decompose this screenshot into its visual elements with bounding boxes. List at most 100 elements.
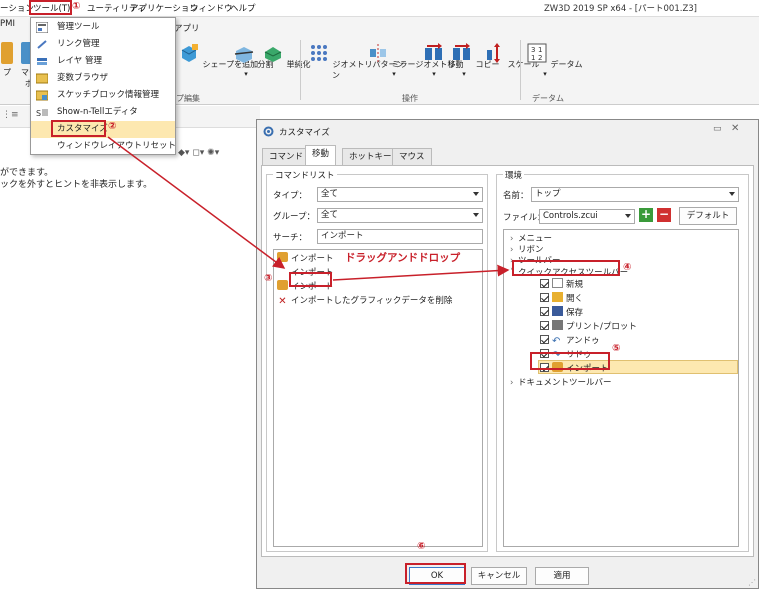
mirror-geometry-button[interactable]: ミラージオメトリ ▾ [367,42,455,78]
checkbox[interactable] [540,321,549,330]
tab-hotkey[interactable]: ホットキー [342,148,399,165]
svg-text:1: 1 [538,46,542,54]
chevron-down-icon: ▾ [244,70,248,78]
import-icon [277,280,288,290]
menu-item-layer-management[interactable]: レイヤ 管理 [31,53,175,70]
simplify-button[interactable]: 単純化 [262,42,311,70]
menu-item-sketch-block-info[interactable]: スケッチブロック情報管理 [31,87,175,104]
annotation-step-1: ① [72,1,81,12]
checkbox[interactable] [540,293,549,302]
chevron-down-icon: ▾ [543,70,547,78]
datum-button[interactable]: 3112 データム ▾ [526,42,583,78]
annotation-box-import-item [530,352,610,370]
chevron-right-icon: › [510,378,514,388]
dialog-body: コマンドリスト タイプ： 全て グループ： 全て サーチ： インポート インポー… [261,165,754,557]
svg-text:S: S [36,109,41,118]
checkbox[interactable] [540,279,549,288]
pattern-icon [311,45,327,61]
copy-button[interactable]: コピー ▾ [451,42,500,78]
svg-text:3: 3 [531,46,535,54]
shape-icon [1,42,13,64]
scale-icon [487,43,500,63]
chevron-down-icon [729,192,735,196]
copy-icon [453,43,470,60]
menu-bar: ーション ツール(T) ユーティリティ アプリケーション ウィンドウ ヘルプ Z… [0,0,759,17]
tree-item-new[interactable]: 新規 [540,278,583,290]
split-icon [234,47,254,63]
file-select[interactable]: Controls.zcui [539,209,635,224]
type-select[interactable]: 全て [317,187,483,202]
tree-item-save[interactable]: 保存 [540,306,583,318]
menu-window[interactable]: ウィンドウ [190,2,233,14]
menu-item-variable-browser[interactable]: 変数ブラウザ [31,70,175,87]
move-icon [425,43,442,60]
move-button[interactable]: 移動 ▾ [423,42,464,78]
annotation-box-customize [51,120,106,137]
customize-icon [263,126,274,137]
annotation-step-5: ⑤ [612,343,621,354]
environment-tree[interactable]: › メニュー › リボン › ツールバー ˅ クイックアクセスツールバー 新規 開く 保… [503,229,739,547]
menu-item-show-n-tell-editor[interactable]: S Show-n-Tellエディタ [31,104,175,121]
printer-icon [552,320,563,330]
list-item[interactable]: ✕ インポートしたグラフィックデータを削除 [277,294,452,307]
group-select[interactable]: 全て [317,208,483,223]
app-title: ZW3D 2019 SP x64 - [パート001.Z3] [543,4,697,14]
default-button[interactable]: デフォルト [679,207,737,225]
apply-button[interactable]: 適用 [535,567,589,585]
tab-command[interactable]: コマンド [262,148,311,165]
name-select[interactable]: トップ [531,187,739,202]
geometry-pattern-button[interactable]: ジオメトリパターンン [308,42,404,81]
annotation-step-6: ⑥ [417,541,426,552]
tree-item-print[interactable]: プリント/プロット [540,320,637,332]
add-icon[interactable]: + [639,208,653,222]
sketch-block-icon [36,90,48,101]
search-label: サーチ： [273,233,308,243]
annotation-box-quick-access-toolbar [512,260,620,276]
remove-icon[interactable]: − [657,208,671,222]
scale-button[interactable]: スケール [483,42,540,70]
checkbox[interactable] [540,335,549,344]
tab-move[interactable]: 移動 [305,145,337,165]
dialog-titlebar[interactable]: カスタマイズ ▭ ✕ [257,120,758,144]
tab-apps[interactable]: アプリ [174,22,200,34]
help-icon[interactable]: ▭ [713,124,722,134]
resize-grip-icon[interactable]: ⋰ [748,578,756,587]
dialog-title: カスタマイズ [279,128,330,138]
ribbon-separator [300,40,301,100]
tab-pmi[interactable]: PMI [0,19,15,29]
chevron-down-icon: ▾ [392,70,396,78]
search-input[interactable]: インポート [317,229,483,244]
menu-item-management-tool[interactable]: 管理ツール [31,19,175,36]
layer-icon [37,58,47,65]
customize-dialog: カスタマイズ ▭ ✕ コマンド 移動 ホットキー マウス コマンドリスト タイプ… [256,119,759,589]
menu-help[interactable]: ヘルプ [230,2,256,14]
cancel-button[interactable]: キャンセル [471,567,527,585]
add-shape-button[interactable]: シェープを追加 [178,42,258,70]
command-list[interactable]: インポート インポート インポート ✕ インポートしたグラフィックデータを削除 [273,249,483,547]
view-toolbar[interactable]: ◆▾ ◻▾ ✺▾ [178,148,258,162]
list-item[interactable]: インポート [277,252,334,264]
annotation-box-tools-menu [29,0,72,15]
add-shape-icon [181,44,198,62]
name-label: 名前： [503,191,529,201]
split-button[interactable]: 分割 ▾ [233,42,274,78]
tree-node-document-toolbar[interactable]: › ドキュメントツールバー [510,376,612,388]
annotation-box-ok [405,563,466,584]
ribbon-button-partial-1[interactable]: プ [0,42,14,78]
checkbox[interactable] [540,307,549,316]
toolbar-grip-icon: ⋮≡ [2,110,19,120]
close-icon[interactable]: ✕ [731,123,739,134]
command-list-group: コマンドリスト タイプ： 全て グループ： 全て サーチ： インポート インポー… [266,169,488,552]
annotation-step-4: ④ [623,262,632,273]
tree-item-open[interactable]: 開く [540,292,583,304]
menu-item-reset-window-layout[interactable]: ウィンドウレイアウトリセット [31,138,176,155]
group-label-edit: プ編集 [176,94,200,103]
menu-item-link-management[interactable]: リンク管理 [31,36,175,53]
tree-item-undo[interactable]: ↶ アンドゥ [540,334,600,347]
type-label: タイプ： [273,191,308,201]
group-label: グループ： [273,212,315,222]
management-tool-icon [36,22,48,33]
tab-mouse[interactable]: マウス [392,148,432,165]
menu-application[interactable]: アプリケーション [130,2,198,14]
view-icon: ◆▾ ◻▾ ✺▾ [178,148,220,158]
